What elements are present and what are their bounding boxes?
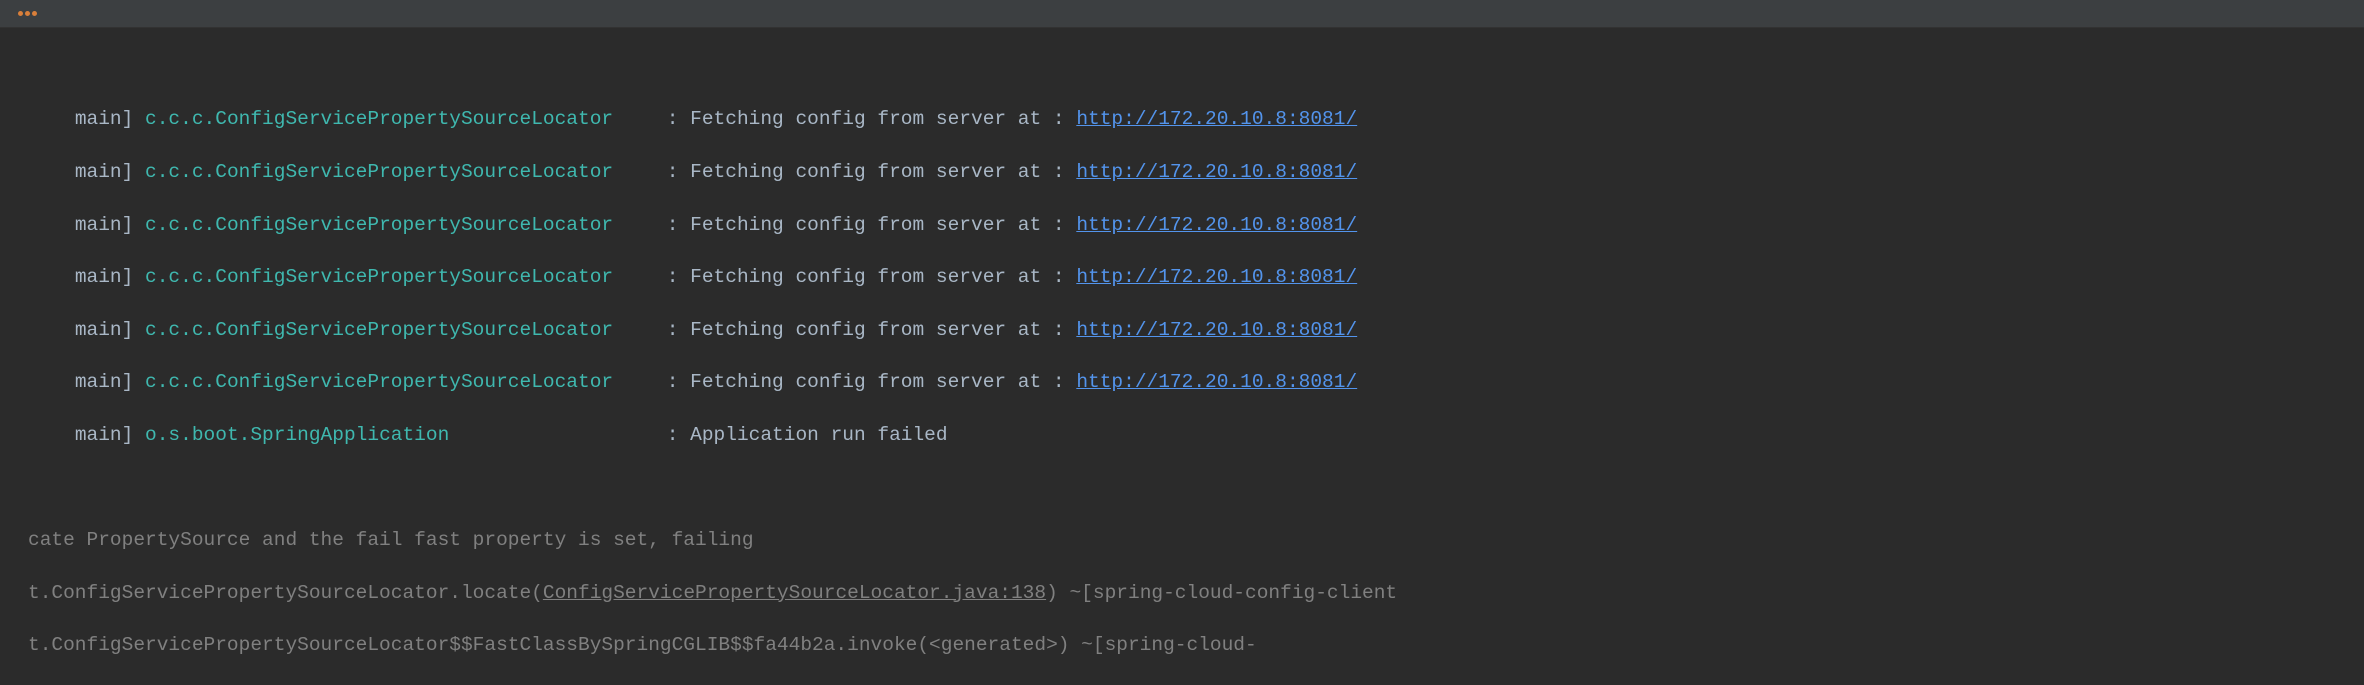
separator: :: [655, 266, 690, 288]
stack-text: t.ConfigServicePropertySourceLocator.loc…: [28, 582, 543, 604]
separator: :: [655, 161, 690, 183]
stack-text: ) ~[spring-cloud-config-client: [1046, 582, 1397, 604]
log-message: Fetching config from server at :: [690, 319, 1076, 341]
separator: :: [655, 371, 690, 393]
logger-name: c.c.c.ConfigServicePropertySourceLocator: [145, 317, 655, 343]
thread-name: main]: [75, 319, 134, 341]
log-message: Fetching config from server at :: [690, 161, 1076, 183]
stacktrace-line: t.ConfigServicePropertySourceLocator.loc…: [28, 580, 2364, 606]
logger-name: c.c.c.ConfigServicePropertySourceLocator: [145, 212, 655, 238]
thread-name: main]: [75, 161, 134, 183]
log-message: Fetching config from server at :: [690, 214, 1076, 236]
tab-dots-icon: [18, 11, 37, 16]
config-server-url-link[interactable]: http://172.20.10.8:8081/: [1076, 108, 1357, 130]
separator: :: [655, 319, 690, 341]
config-server-url-link[interactable]: http://172.20.10.8:8081/: [1076, 319, 1357, 341]
log-message: Fetching config from server at :: [690, 108, 1076, 130]
logger-name: c.c.c.ConfigServicePropertySourceLocator: [145, 159, 655, 185]
logger-name: o.s.boot.SpringApplication: [145, 422, 655, 448]
config-server-url-link[interactable]: http://172.20.10.8:8081/: [1076, 214, 1357, 236]
log-line: main] c.c.c.ConfigServicePropertySourceL…: [28, 159, 2364, 185]
config-server-url-link[interactable]: http://172.20.10.8:8081/: [1076, 161, 1357, 183]
config-server-url-link[interactable]: http://172.20.10.8:8081/: [1076, 266, 1357, 288]
log-message: Application run failed: [690, 424, 947, 446]
stacktrace-line: t.ConfigServicePropertySourceLocator$$Fa…: [28, 632, 2364, 658]
log-line: main] o.s.boot.SpringApplication : Appli…: [28, 422, 2364, 448]
thread-name: main]: [75, 424, 134, 446]
thread-name: main]: [75, 108, 134, 130]
logger-name: c.c.c.ConfigServicePropertySourceLocator: [145, 369, 655, 395]
tab-bar: [0, 0, 2364, 28]
logger-name: c.c.c.ConfigServicePropertySourceLocator: [145, 264, 655, 290]
thread-name: main]: [75, 214, 134, 236]
separator: :: [655, 214, 690, 236]
log-message: Fetching config from server at :: [690, 371, 1076, 393]
logger-name: c.c.c.ConfigServicePropertySourceLocator: [145, 106, 655, 132]
stack-text: cate PropertySource and the fail fast pr…: [28, 529, 754, 551]
thread-name: main]: [75, 371, 134, 393]
config-server-url-link[interactable]: http://172.20.10.8:8081/: [1076, 371, 1357, 393]
log-line: main] c.c.c.ConfigServicePropertySourceL…: [28, 212, 2364, 238]
stacktrace-line: cate PropertySource and the fail fast pr…: [28, 527, 2364, 553]
blank-line: [28, 475, 2364, 501]
log-line: main] c.c.c.ConfigServicePropertySourceL…: [28, 106, 2364, 132]
source-file-link[interactable]: ConfigServicePropertySourceLocator.java:…: [543, 582, 1046, 604]
separator: :: [655, 424, 690, 446]
log-line: main] c.c.c.ConfigServicePropertySourceL…: [28, 264, 2364, 290]
separator: :: [655, 108, 690, 130]
console-output[interactable]: main] c.c.c.ConfigServicePropertySourceL…: [0, 28, 2364, 685]
tab-item[interactable]: [8, 9, 53, 18]
log-message: Fetching config from server at :: [690, 266, 1076, 288]
stack-text: t.ConfigServicePropertySourceLocator$$Fa…: [28, 634, 1257, 656]
thread-name: main]: [75, 266, 134, 288]
log-line: main] c.c.c.ConfigServicePropertySourceL…: [28, 317, 2364, 343]
log-line: main] c.c.c.ConfigServicePropertySourceL…: [28, 369, 2364, 395]
